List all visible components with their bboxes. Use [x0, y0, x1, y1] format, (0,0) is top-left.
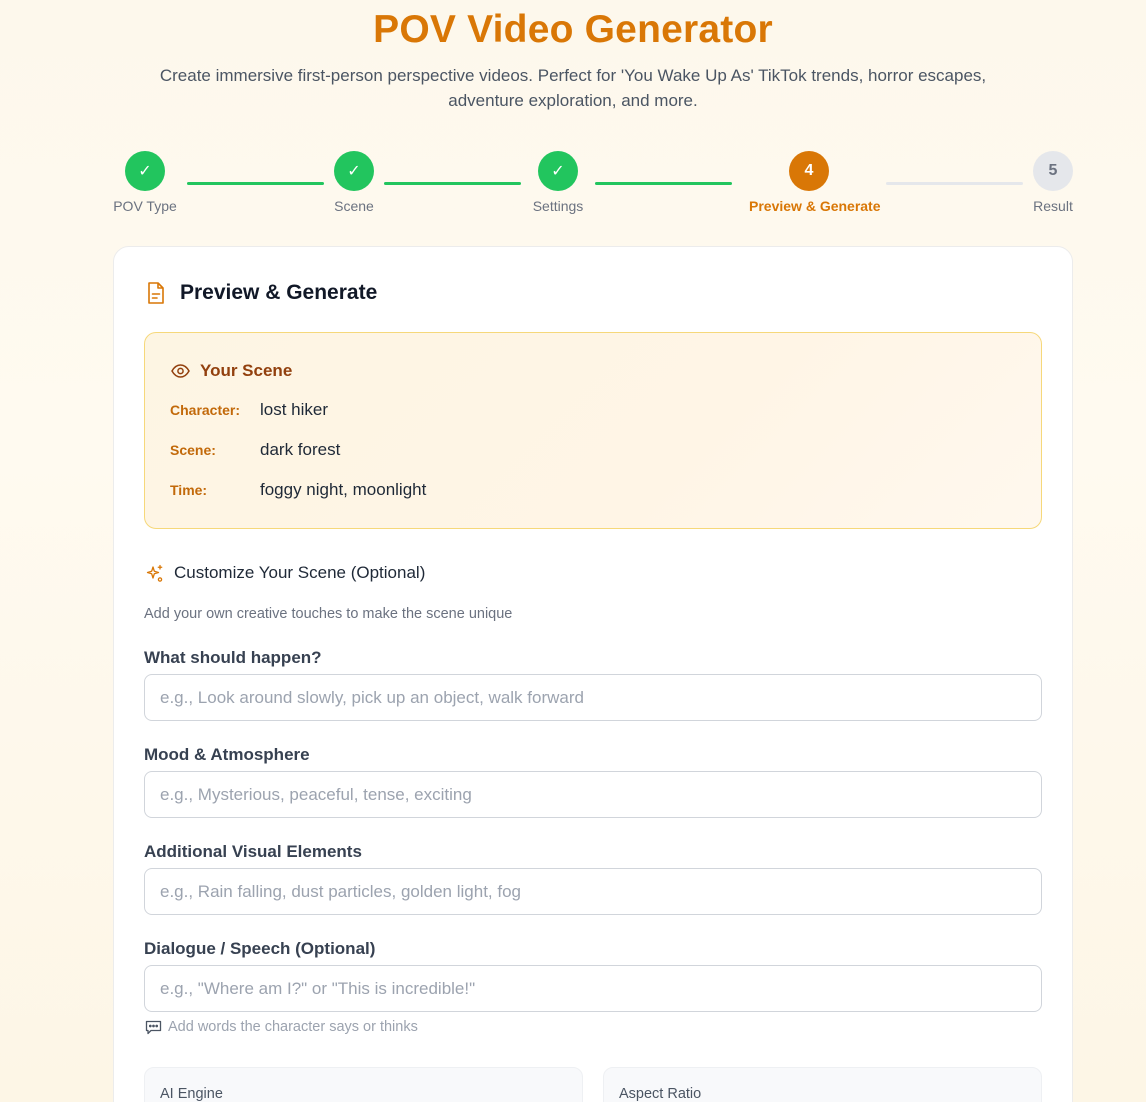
- visual-elements-input[interactable]: [144, 868, 1042, 915]
- step-preview-generate[interactable]: 4 Preview & Generate: [749, 151, 881, 214]
- scene-key: Time:: [170, 482, 208, 498]
- check-icon: ✓: [125, 151, 165, 191]
- card-header: Preview & Generate: [146, 281, 377, 305]
- scene-summary-header: Your Scene: [171, 361, 292, 381]
- page-subtitle: Create immersive first-person perspectiv…: [159, 66, 987, 110]
- step-label: Settings: [532, 198, 584, 214]
- dialogue-hint-text: Add words the character says or thinks: [168, 1019, 418, 1035]
- check-icon: ✓: [538, 151, 578, 191]
- action-input[interactable]: [144, 674, 1042, 721]
- field-label-mood: Mood & Atmosphere: [144, 745, 310, 764]
- dialogue-input[interactable]: [144, 965, 1042, 1012]
- document-icon: [148, 282, 164, 304]
- scene-key: Character:: [170, 402, 241, 418]
- ai-engine-selector[interactable]: AI Engine: [144, 1067, 583, 1102]
- scene-key: Scene:: [170, 442, 216, 458]
- speech-bubble-icon: [145, 1020, 162, 1034]
- step-number: 5: [1033, 151, 1073, 191]
- step-label: Scene: [334, 198, 374, 214]
- field-label-action: What should happen?: [144, 648, 322, 667]
- step-scene[interactable]: ✓ Scene: [294, 151, 414, 214]
- aspect-ratio-label: Aspect Ratio: [619, 1086, 702, 1102]
- scene-row-character: Character: lost hiker: [170, 400, 328, 420]
- step-label: POV Type: [113, 198, 177, 214]
- check-icon: ✓: [334, 151, 374, 191]
- field-label-dialogue: Dialogue / Speech (Optional): [144, 939, 376, 958]
- scene-row-time: Time: foggy night, moonlight: [170, 480, 426, 500]
- mood-input[interactable]: [144, 771, 1042, 818]
- customize-title: Customize Your Scene (Optional): [174, 563, 426, 582]
- step-pov-type[interactable]: ✓ POV Type: [85, 151, 205, 214]
- field-label-visual-elements: Additional Visual Elements: [144, 842, 362, 861]
- scene-row-scene: Scene: dark forest: [170, 440, 340, 460]
- card-title: Preview & Generate: [180, 281, 378, 304]
- scene-value: lost hiker: [260, 400, 329, 419]
- scene-value: foggy night, moonlight: [260, 480, 427, 499]
- step-number: 4: [789, 151, 829, 191]
- step-result[interactable]: 5 Result: [993, 151, 1113, 214]
- aspect-ratio-selector[interactable]: Aspect Ratio: [603, 1067, 1042, 1102]
- sparkles-icon: [146, 564, 163, 582]
- step-label: Result: [1033, 198, 1073, 214]
- step-settings[interactable]: ✓ Settings: [498, 151, 618, 214]
- scene-summary-title: Your Scene: [200, 361, 293, 380]
- eye-icon: [171, 364, 190, 378]
- step-label: Preview & Generate: [749, 198, 881, 214]
- customize-header: Customize Your Scene (Optional): [145, 563, 425, 583]
- ai-engine-label: AI Engine: [160, 1086, 223, 1102]
- dialogue-hint: Add words the character says or thinks: [145, 1019, 418, 1035]
- scene-value: dark forest: [260, 440, 341, 459]
- customize-description: Add your own creative touches to make th…: [144, 606, 513, 622]
- page-title: POV Video Generator: [373, 8, 773, 51]
